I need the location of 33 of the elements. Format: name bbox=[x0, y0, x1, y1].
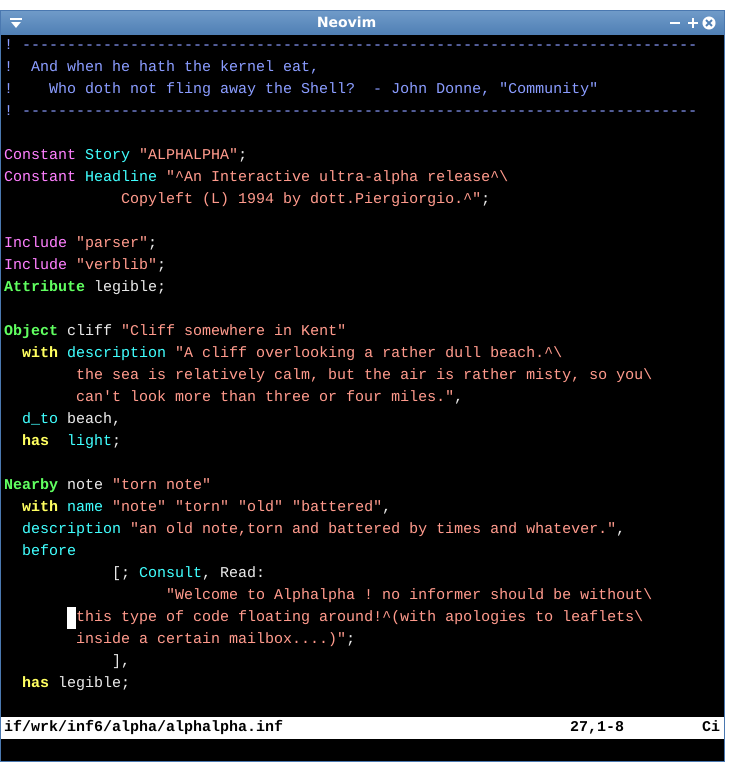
code-line: [; Consult, Read: bbox=[111, 564, 266, 584]
cursor-position: 27,1-8 bbox=[570, 718, 625, 738]
code-line: "Welcome to Alphalpha ! no informer should be without\ bbox=[165, 586, 652, 606]
code-line: this type of code floating around!^(with apologies to leaflets\ bbox=[76, 608, 644, 628]
code-line: with name "note" "torn" "old" "battered", bbox=[21, 498, 392, 518]
code-line: ! And when he hath the kernel eat, bbox=[4, 58, 320, 78]
code-line: d_to beach, bbox=[21, 410, 122, 430]
window-title: Neovim bbox=[316, 14, 378, 32]
code-line: Include "verblib"; bbox=[4, 256, 166, 276]
code-line: Copyleft (L) 1994 by dott.Piergiorgio.^"; bbox=[120, 190, 490, 210]
file-path: if/wrk/inf6/alpha/alphalpha.inf bbox=[4, 718, 284, 738]
status-text: Ci bbox=[702, 718, 720, 738]
window-menu-icon[interactable] bbox=[9, 17, 23, 29]
code-line: has light; bbox=[21, 432, 122, 452]
code-line: Constant Story "ALPHALPHA"; bbox=[4, 146, 248, 166]
code-line: ! --------------------------------------------------------------------------- bbox=[4, 102, 698, 122]
close-icon[interactable] bbox=[702, 16, 716, 30]
code-line: Object cliff "Cliff somewhere in Kent" bbox=[4, 322, 346, 342]
code-line: description "an old note,torn and battered by times and whatever.", bbox=[21, 520, 626, 540]
code-line: Attribute legible; bbox=[4, 278, 166, 298]
code-line: Nearby note "torn note" bbox=[4, 476, 212, 496]
code-line: ], bbox=[111, 652, 130, 672]
code-line: with description "A cliff overlooking a rather dull beach.^\ bbox=[21, 344, 562, 364]
code-line: Constant Headline "^An Interactive ultra-alpha release^\ bbox=[4, 168, 508, 188]
code-line: Include "parser"; bbox=[4, 234, 158, 254]
code-line: ! Who doth not fling away the Shell? - John Donne, "Community" bbox=[4, 80, 598, 100]
code-line: can't look more than three or four miles.", bbox=[75, 388, 464, 408]
code-line: has legible; bbox=[21, 674, 130, 694]
code-line: the sea is relatively calm, but the air is rather misty, so you\ bbox=[75, 366, 652, 386]
code-line: ! --------------------------------------------------------------------------- bbox=[4, 36, 698, 56]
code-line: inside a certain mailbox....)"; bbox=[75, 630, 356, 650]
code-line: before bbox=[21, 542, 76, 562]
maximize-icon[interactable] bbox=[688, 18, 698, 28]
